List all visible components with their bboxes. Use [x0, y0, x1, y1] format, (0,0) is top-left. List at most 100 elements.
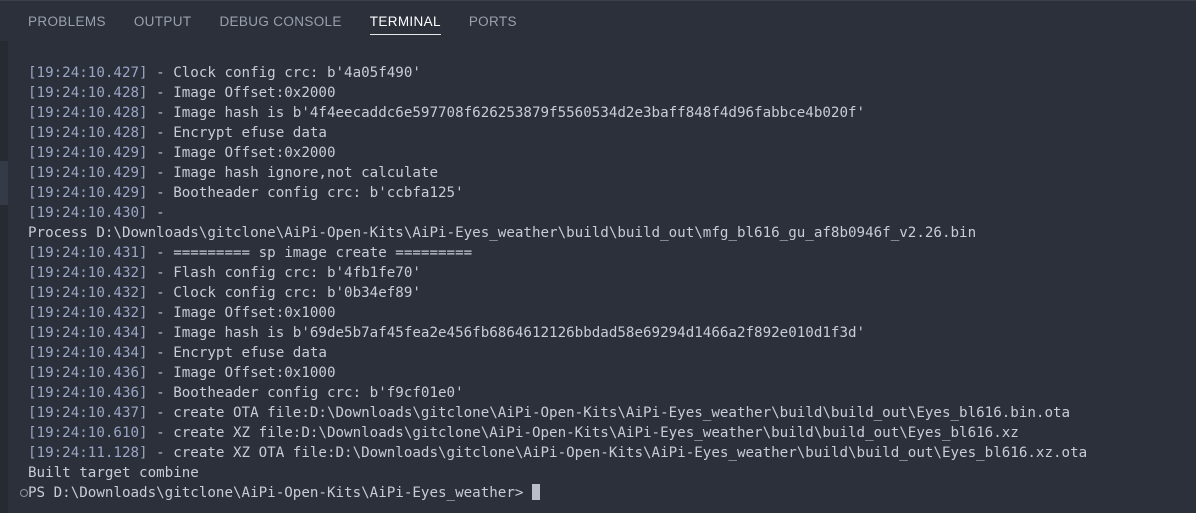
log-separator: -	[147, 385, 174, 401]
tab-problems[interactable]: PROBLEMS	[28, 1, 106, 41]
log-message: Bootheader config crc: b'f9cf01e0'	[173, 385, 464, 401]
tab-output[interactable]: OUTPUT	[134, 1, 192, 41]
panel-tab-bar: PROBLEMS OUTPUT DEBUG CONSOLE TERMINAL PORTS	[0, 1, 1196, 41]
log-timestamp: [19:24:10.431]	[28, 245, 148, 261]
terminal-line: [19:24:10.428] - Image hash is b'4f4eeca…	[28, 103, 1196, 123]
log-separator: -	[147, 425, 174, 441]
log-message: create XZ file:D:\Downloads\gitclone\AiP…	[173, 425, 1019, 441]
log-message: Image Offset:0x2000	[173, 85, 336, 101]
log-separator: -	[147, 325, 174, 341]
terminal-prompt-line[interactable]: PS D:\Downloads\gitclone\AiPi-Open-Kits\…	[28, 483, 1196, 503]
terminal-line: [19:24:10.432] - Flash config crc: b'4fb…	[28, 263, 1196, 283]
tab-terminal[interactable]: TERMINAL	[369, 1, 441, 41]
terminal-line: [19:24:10.427] - Clock config crc: b'4a0…	[28, 63, 1196, 83]
log-message: Built target combine	[28, 465, 199, 481]
shell-prompt-text: PS D:\Downloads\gitclone\AiPi-Open-Kits\…	[28, 485, 532, 501]
tab-label: OUTPUT	[133, 13, 192, 29]
command-decoration-column	[8, 41, 28, 513]
log-timestamp: [19:24:10.427]	[28, 65, 148, 81]
terminal-line: [19:24:10.434] - Image hash is b'69de5b7…	[28, 323, 1196, 343]
log-timestamp: [19:24:10.436]	[28, 365, 148, 381]
log-message: Process D:\Downloads\gitclone\AiPi-Open-…	[28, 225, 977, 241]
log-message: Encrypt efuse data	[173, 345, 327, 361]
log-timestamp: [19:24:10.610]	[28, 425, 148, 441]
log-timestamp: [19:24:10.428]	[28, 125, 148, 141]
terminal-line: [19:24:10.429] - Image hash ignore,not c…	[28, 163, 1196, 183]
terminal-line: Built target combine	[28, 463, 1196, 483]
log-timestamp: [19:24:10.430]	[28, 205, 148, 221]
tab-label: PORTS	[468, 13, 517, 29]
log-message: Flash config crc: b'4fb1fe70'	[173, 265, 421, 281]
terminal-line: [19:24:10.432] - Clock config crc: b'0b3…	[28, 283, 1196, 303]
log-separator: -	[147, 345, 174, 361]
log-timestamp: [19:24:10.428]	[28, 85, 148, 101]
terminal-line: [19:24:10.429] - Image Offset:0x2000	[28, 143, 1196, 163]
log-timestamp: [19:24:10.434]	[28, 345, 148, 361]
tab-label: PROBLEMS	[28, 13, 106, 29]
log-timestamp: [19:24:10.432]	[28, 285, 148, 301]
terminal-line: [19:24:10.432] - Image Offset:0x1000	[28, 303, 1196, 323]
log-message: Clock config crc: b'0b34ef89'	[173, 285, 421, 301]
terminal-line: [19:24:10.610] - create XZ file:D:\Downl…	[28, 423, 1196, 443]
terminal-line: [19:24:10.430] -	[28, 203, 1196, 223]
terminal-panel: PROBLEMS OUTPUT DEBUG CONSOLE TERMINAL PORTS…	[0, 0, 1196, 513]
text-cursor	[531, 484, 540, 500]
log-message: Encrypt efuse data	[173, 125, 327, 141]
tab-label: DEBUG CONSOLE	[219, 13, 342, 29]
log-separator: -	[147, 85, 174, 101]
log-timestamp: [19:24:10.436]	[28, 385, 148, 401]
log-separator: -	[147, 285, 174, 301]
log-timestamp: [19:24:11.128]	[28, 445, 148, 461]
log-separator: -	[147, 165, 174, 181]
log-separator: -	[147, 365, 174, 381]
log-message: create XZ OTA file:D:\Downloads\gitclone…	[173, 445, 1088, 461]
log-separator: -	[147, 245, 174, 261]
log-message: Clock config crc: b'4a05f490'	[173, 65, 421, 81]
log-separator: -	[147, 125, 174, 141]
log-message: create OTA file:D:\Downloads\gitclone\Ai…	[173, 405, 1071, 421]
log-message: ========= sp image create =========	[173, 245, 473, 261]
log-message: Image hash ignore,not calculate	[173, 165, 439, 181]
terminal-line: [19:24:10.437] - create OTA file:D:\Down…	[28, 403, 1196, 423]
log-timestamp: [19:24:10.437]	[28, 405, 148, 421]
log-timestamp: [19:24:10.429]	[28, 165, 148, 181]
terminal-line: [19:24:10.434] - Encrypt efuse data	[28, 343, 1196, 363]
log-separator: -	[147, 405, 174, 421]
tab-ports[interactable]: PORTS	[469, 1, 517, 41]
log-message: Image Offset:0x2000	[173, 145, 336, 161]
terminal-decoration-gutter	[0, 41, 8, 513]
log-timestamp: [19:24:10.429]	[28, 145, 148, 161]
log-message: Image Offset:0x1000	[173, 365, 336, 381]
tab-label: TERMINAL	[369, 13, 441, 29]
terminal-line: [19:24:10.436] - Bootheader config crc: …	[28, 383, 1196, 403]
log-separator: -	[147, 305, 174, 321]
terminal-line: [19:24:11.128] - create XZ OTA file:D:\D…	[28, 443, 1196, 463]
log-message: Image hash is b'69de5b7af45fea2e456fb686…	[173, 325, 866, 341]
terminal-line: [19:24:10.428] - Encrypt efuse data	[28, 123, 1196, 143]
log-separator: -	[147, 65, 174, 81]
log-separator: -	[147, 185, 174, 201]
log-timestamp: [19:24:10.432]	[28, 305, 148, 321]
log-timestamp: [19:24:10.428]	[28, 105, 148, 121]
log-separator: -	[147, 105, 174, 121]
log-message: Image hash is b'4f4eecaddc6e597708f62625…	[173, 105, 866, 121]
command-decoration-icon[interactable]	[20, 489, 28, 497]
gutter-highlight	[0, 161, 8, 205]
log-separator: -	[147, 145, 174, 161]
terminal-line: Process D:\Downloads\gitclone\AiPi-Open-…	[28, 223, 1196, 243]
log-message: Image Offset:0x1000	[173, 305, 336, 321]
terminal-line: [19:24:10.431] - ========= sp image crea…	[28, 243, 1196, 263]
terminal-line: [19:24:10.428] - Image Offset:0x2000	[28, 83, 1196, 103]
log-separator: -	[147, 445, 174, 461]
tab-debug-console[interactable]: DEBUG CONSOLE	[219, 1, 341, 41]
terminal-line: [19:24:10.436] - Image Offset:0x1000	[28, 363, 1196, 383]
terminal-viewport[interactable]: [19:24:10.427] - Clock config crc: b'4a0…	[0, 41, 1196, 513]
log-separator: -	[147, 205, 174, 221]
log-timestamp: [19:24:10.432]	[28, 265, 148, 281]
log-timestamp: [19:24:10.434]	[28, 325, 148, 341]
terminal-output: [19:24:10.427] - Clock config crc: b'4a0…	[28, 63, 1196, 503]
log-message: Bootheader config crc: b'ccbfa125'	[173, 185, 464, 201]
log-separator: -	[147, 265, 174, 281]
log-timestamp: [19:24:10.429]	[28, 185, 148, 201]
terminal-line: [19:24:10.429] - Bootheader config crc: …	[28, 183, 1196, 203]
